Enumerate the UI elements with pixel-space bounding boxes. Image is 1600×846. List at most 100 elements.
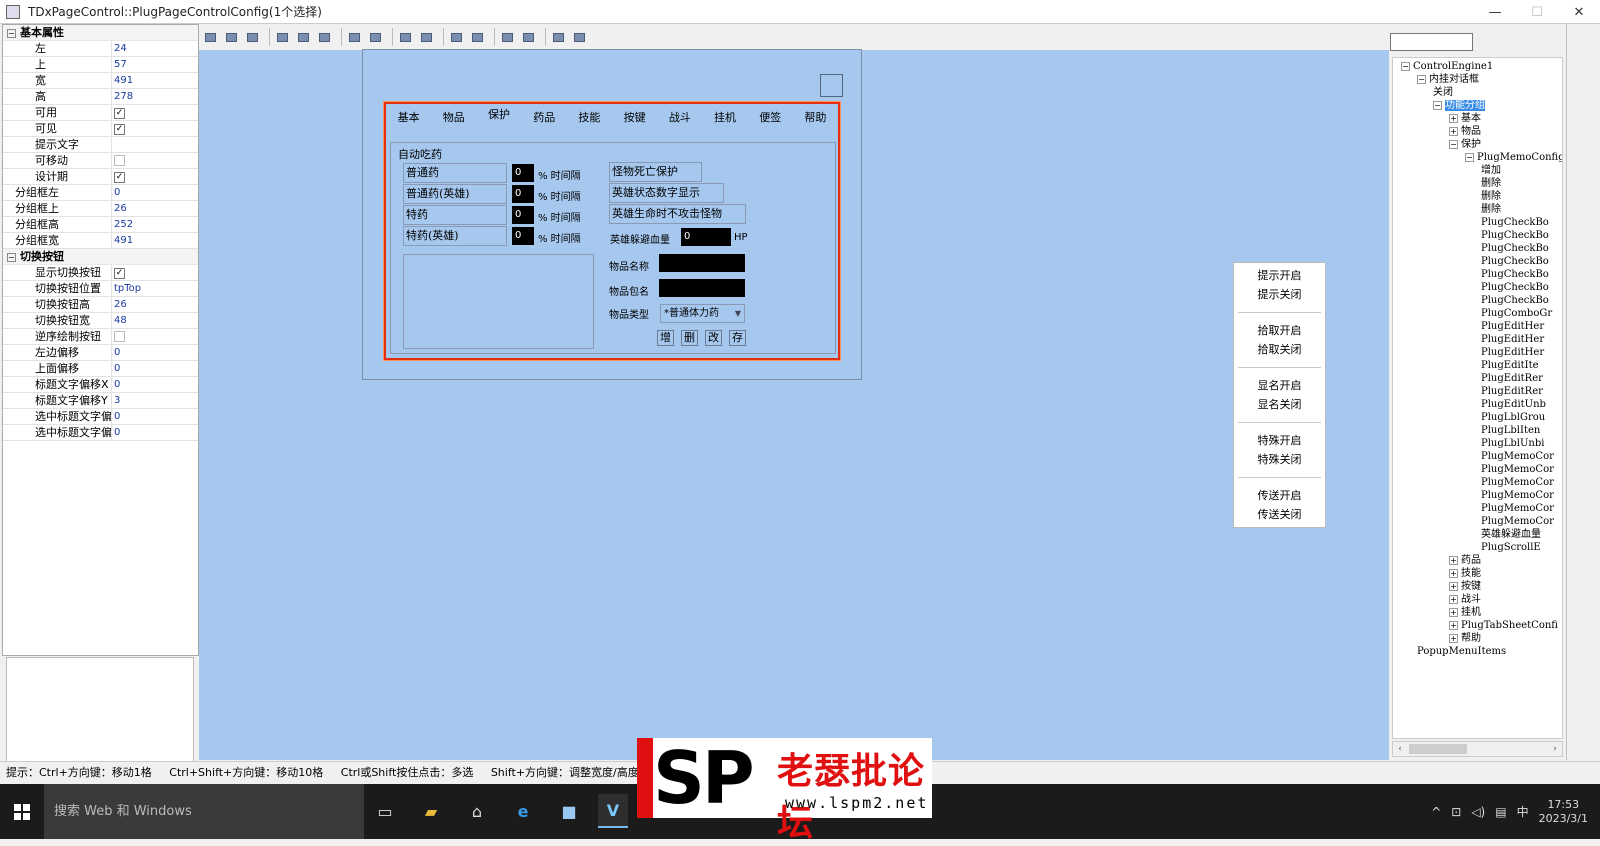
property-value[interactable]: 0 — [112, 185, 198, 200]
drug-percent-input[interactable]: 0 — [512, 185, 534, 203]
align-tool-icon[interactable] — [418, 29, 435, 46]
notification-icon[interactable]: ▤ — [1495, 805, 1506, 819]
property-value[interactable] — [112, 329, 198, 344]
tree-node[interactable]: PlugEditHer — [1481, 333, 1544, 346]
property-row[interactable]: 标题文字偏移X 0 — [3, 377, 198, 393]
align-tool-icon[interactable] — [346, 29, 363, 46]
property-row[interactable]: 选中标题文字偏 0 — [3, 425, 198, 441]
property-row[interactable]: 选中标题文字偏 0 — [3, 409, 198, 425]
tree-node[interactable]: PlugCheckBo — [1481, 294, 1549, 307]
tree-node[interactable]: PlugMemoCor — [1481, 450, 1554, 463]
align-tool-icon[interactable] — [223, 29, 240, 46]
tree-node[interactable]: − 保护 — [1449, 138, 1481, 151]
visual-studio-icon[interactable]: V — [598, 794, 628, 828]
property-row[interactable]: 切换按钮宽 48 — [3, 313, 198, 329]
scroll-right-icon[interactable]: › — [1548, 742, 1562, 756]
tree-node[interactable]: + 基本 — [1449, 112, 1481, 125]
item-action-button[interactable]: 删 — [681, 330, 698, 346]
item-pack-input[interactable] — [659, 279, 745, 297]
property-value[interactable]: 278 — [112, 89, 198, 104]
tree-search-input[interactable] — [1390, 33, 1473, 51]
property-row[interactable]: 宽 491 — [3, 73, 198, 89]
property-value[interactable]: 26 — [112, 297, 198, 312]
tab-3[interactable]: 药品 — [522, 108, 567, 128]
tree-node[interactable]: PlugMemoCor — [1481, 476, 1554, 489]
tree-node[interactable]: + 战斗 — [1449, 593, 1481, 606]
drug-percent-input[interactable]: 0 — [512, 206, 534, 224]
align-tool-icon[interactable] — [520, 29, 537, 46]
volume-icon[interactable]: ◁) — [1471, 805, 1485, 819]
property-value[interactable]: 491 — [112, 73, 198, 88]
tree-horizontal-scrollbar[interactable]: ‹ › — [1392, 741, 1563, 757]
tree-node[interactable]: PlugMemoCor — [1481, 502, 1554, 515]
menu-item[interactable]: 特殊关闭 — [1234, 450, 1325, 469]
property-value[interactable]: tpTop — [112, 281, 198, 296]
edge-browser-icon[interactable]: e — [508, 794, 538, 828]
property-row[interactable]: 分组框上 26 — [3, 201, 198, 217]
tab-8[interactable]: 便签 — [748, 108, 793, 128]
property-grid[interactable]: − 基本属性左 24 上 57 宽 491 高 278 可用 ✓ 可见 ✓ 提示文字 可移动 设计期 ✓ 分组框左… — [2, 24, 199, 656]
drug-percent-input[interactable]: 0 — [512, 164, 534, 182]
tree-node[interactable]: 增加 — [1481, 164, 1501, 177]
tree-node[interactable]: PlugEditRer — [1481, 385, 1543, 398]
item-action-button[interactable]: 存 — [729, 330, 746, 346]
expand-icon[interactable]: + — [1449, 114, 1458, 123]
property-row[interactable]: 逆序绘制按钮 — [3, 329, 198, 345]
task-view-icon[interactable]: ▭ — [370, 794, 400, 828]
tree-node[interactable]: 删除 — [1481, 190, 1501, 203]
tree-node[interactable]: PlugLblUnbi — [1481, 437, 1544, 450]
property-checkbox[interactable]: ✓ — [114, 172, 125, 183]
tree-node[interactable]: + 物品 — [1449, 125, 1481, 138]
tree-node[interactable]: PopupMenuItems — [1417, 645, 1506, 658]
property-checkbox[interactable]: ✓ — [114, 268, 125, 279]
property-value[interactable]: 26 — [112, 201, 198, 216]
expand-icon[interactable]: + — [1449, 595, 1458, 604]
align-tool-icon[interactable] — [469, 29, 486, 46]
tree-node[interactable]: 删除 — [1481, 177, 1501, 190]
align-tool-icon[interactable] — [274, 29, 291, 46]
network-icon[interactable]: ⊡ — [1451, 805, 1461, 819]
property-value[interactable]: ✓ — [112, 105, 198, 120]
tree-node[interactable]: PlugComboGr — [1481, 307, 1552, 320]
property-row[interactable]: 切换按钮高 26 — [3, 297, 198, 313]
property-row[interactable]: 分组框高 252 — [3, 217, 198, 233]
property-row[interactable]: 分组框左 0 — [3, 185, 198, 201]
taskbar-search[interactable]: 搜索 Web 和 Windows — [44, 784, 364, 839]
tree-node[interactable]: − 内挂对话框 — [1417, 73, 1479, 86]
align-tool-icon[interactable] — [397, 29, 414, 46]
property-row[interactable]: 提示文字 — [3, 137, 198, 153]
collapse-icon[interactable]: − — [1417, 75, 1426, 84]
tray-chevron-icon[interactable]: ^ — [1431, 805, 1441, 819]
tree-node[interactable]: 关闭 — [1433, 86, 1453, 99]
form-close-box[interactable] — [820, 74, 843, 97]
align-tool-icon[interactable] — [571, 29, 588, 46]
property-row[interactable]: 上 57 — [3, 57, 198, 73]
maximize-button[interactable]: ☐ — [1516, 0, 1558, 24]
expand-icon[interactable]: + — [1449, 608, 1458, 617]
property-row[interactable]: 可移动 — [3, 153, 198, 169]
scroll-left-icon[interactable]: ‹ — [1393, 742, 1407, 756]
tab-9[interactable]: 帮助 — [793, 108, 838, 128]
minimize-button[interactable]: — — [1474, 0, 1516, 24]
property-category[interactable]: − 切换按钮 — [3, 249, 198, 265]
memo-list[interactable] — [403, 254, 594, 349]
property-category[interactable]: − 基本属性 — [3, 25, 198, 41]
tree-node[interactable]: + PlugTabSheetConfi — [1449, 619, 1558, 632]
align-tool-icon[interactable] — [244, 29, 261, 46]
property-checkbox[interactable] — [114, 155, 125, 166]
close-button[interactable]: ✕ — [1558, 0, 1600, 24]
clock[interactable]: 17:53 2023/3/1 — [1539, 798, 1588, 826]
menu-item[interactable]: 传送开启 — [1234, 486, 1325, 505]
collapse-icon[interactable]: − — [1465, 153, 1474, 162]
align-tool-icon[interactable] — [448, 29, 465, 46]
property-value[interactable]: 48 — [112, 313, 198, 328]
property-row[interactable]: 设计期 ✓ — [3, 169, 198, 185]
align-tool-icon[interactable] — [202, 29, 219, 46]
property-checkbox[interactable] — [114, 331, 125, 342]
expand-icon[interactable]: + — [1449, 582, 1458, 591]
file-explorer-icon[interactable]: ▰ — [416, 794, 446, 828]
collapse-icon[interactable]: − — [1433, 101, 1442, 110]
option-checkbox[interactable]: 英雄生命时不攻击怪物 — [609, 204, 746, 224]
property-checkbox[interactable]: ✓ — [114, 108, 125, 119]
option-checkbox[interactable]: 怪物死亡保护 — [609, 162, 702, 182]
